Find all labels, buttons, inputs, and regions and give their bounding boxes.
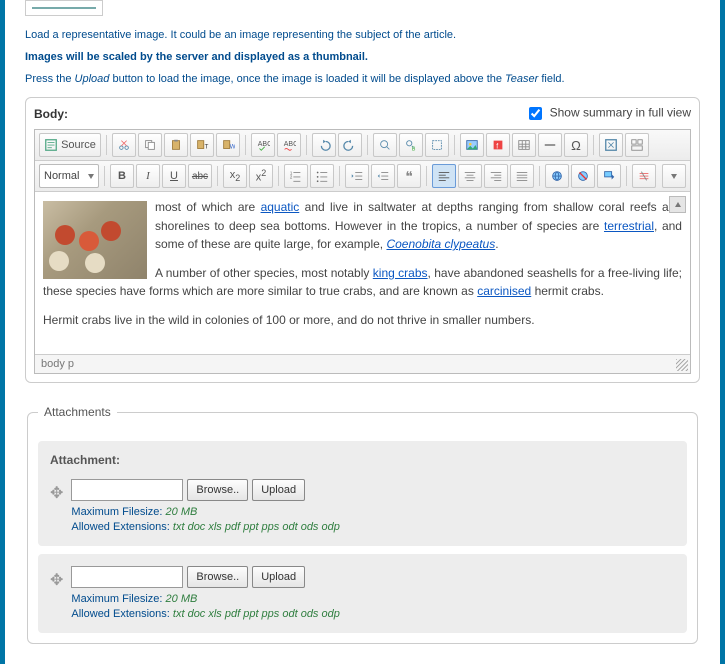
align-right-button[interactable]: [484, 164, 508, 188]
svg-text:2: 2: [290, 175, 293, 180]
drag-handle-icon[interactable]: ✥: [50, 479, 63, 503]
source-button[interactable]: Source: [39, 133, 101, 157]
attachment-label: Attachment:: [50, 453, 675, 467]
image-preview-box: [25, 0, 103, 16]
anchor-button[interactable]: [597, 164, 621, 188]
image-thumbnail: [32, 7, 96, 9]
show-blocks-button[interactable]: [625, 133, 649, 157]
flash-button[interactable]: f: [486, 133, 510, 157]
hint-line-1: Load a representative image. It could be…: [25, 29, 700, 41]
rich-text-editor: Source T W ABC ABC B f Ω: [34, 129, 691, 374]
file-path-input[interactable]: [71, 479, 183, 501]
attachment-block-1: Attachment: ✥ Browse.. Upload Maximum Fi…: [38, 441, 687, 546]
link-terrestrial[interactable]: terrestrial: [604, 219, 654, 233]
link-carcinised[interactable]: carcinised: [477, 284, 531, 298]
allowed-extensions-hint: Allowed Extensions: txt doc xls pdf ppt …: [71, 607, 675, 622]
redo-button[interactable]: [338, 133, 362, 157]
bullet-list-button[interactable]: [310, 164, 334, 188]
resize-handle[interactable]: [676, 359, 688, 371]
copy-button[interactable]: [138, 133, 162, 157]
outdent-button[interactable]: [345, 164, 369, 188]
svg-text:ABC: ABC: [284, 141, 296, 148]
indent-button[interactable]: [371, 164, 395, 188]
image-button[interactable]: [460, 133, 484, 157]
table-button[interactable]: [512, 133, 536, 157]
hint-line-3: Press the Upload button to load the imag…: [25, 73, 700, 85]
editor-status-bar: body p: [35, 354, 690, 373]
cut-button[interactable]: [112, 133, 136, 157]
show-summary-checkbox[interactable]: [529, 107, 542, 120]
select-all-button[interactable]: [425, 133, 449, 157]
toolbar-collapse-button[interactable]: [662, 164, 686, 188]
attachment-block-2: ✥ Browse.. Upload Maximum Filesize: 20 M…: [38, 554, 687, 633]
link-button[interactable]: [545, 164, 569, 188]
content-image: [43, 201, 147, 279]
svg-text:B: B: [412, 146, 416, 152]
italic-button[interactable]: I: [136, 164, 160, 188]
show-summary-toggle[interactable]: Show summary in full view: [525, 104, 691, 123]
paste-word-button[interactable]: W: [216, 133, 240, 157]
editor-content-area[interactable]: most of which are aquatic and live in sa…: [35, 192, 690, 354]
maximize-button[interactable]: [599, 133, 623, 157]
upload-button[interactable]: Upload: [252, 479, 305, 501]
spellcheck-button[interactable]: ABC: [251, 133, 275, 157]
svg-text:f: f: [496, 144, 498, 151]
file-path-input[interactable]: [71, 566, 183, 588]
numbered-list-button[interactable]: 12: [284, 164, 308, 188]
svg-text:ABC: ABC: [258, 141, 270, 148]
strike-button[interactable]: abc: [188, 164, 212, 188]
allowed-extensions-hint: Allowed Extensions: txt doc xls pdf ppt …: [71, 520, 675, 535]
align-center-button[interactable]: [458, 164, 482, 188]
blockquote-button[interactable]: ❝: [397, 164, 421, 188]
remove-format-button[interactable]: [632, 164, 656, 188]
max-filesize-hint: Maximum Filesize: 20 MB: [71, 592, 675, 607]
align-left-button[interactable]: [432, 164, 456, 188]
special-char-button[interactable]: Ω: [564, 133, 588, 157]
link-coenobita[interactable]: Coenobita clypeatus: [386, 237, 495, 251]
format-select[interactable]: Normal: [39, 164, 99, 188]
body-editor-panel: Body: Show summary in full view Source T…: [25, 97, 700, 383]
paste-button[interactable]: [164, 133, 188, 157]
attachments-legend: Attachments: [38, 405, 117, 419]
max-filesize-hint: Maximum Filesize: 20 MB: [71, 505, 675, 520]
underline-button[interactable]: U: [162, 164, 186, 188]
link-king-crabs[interactable]: king crabs: [373, 266, 428, 280]
subscript-button[interactable]: x2: [223, 164, 247, 188]
svg-text:W: W: [230, 144, 235, 151]
align-justify-button[interactable]: [510, 164, 534, 188]
link-aquatic[interactable]: aquatic: [261, 200, 300, 214]
replace-button[interactable]: B: [399, 133, 423, 157]
hr-button[interactable]: [538, 133, 562, 157]
paste-text-button[interactable]: T: [190, 133, 214, 157]
drag-handle-icon[interactable]: ✥: [50, 566, 63, 590]
upload-button[interactable]: Upload: [252, 566, 305, 588]
editor-toolbar-row-2: Normal B I U abc x2 x2 12 ❝: [35, 161, 690, 192]
unlink-button[interactable]: [571, 164, 595, 188]
browse-button[interactable]: Browse..: [187, 479, 248, 501]
find-button[interactable]: [373, 133, 397, 157]
body-field-label: Body:: [34, 107, 68, 121]
scroll-up-icon[interactable]: [669, 196, 686, 213]
chevron-down-icon: [88, 174, 94, 179]
bold-button[interactable]: B: [110, 164, 134, 188]
spellcheck-as-type-button[interactable]: ABC: [277, 133, 301, 157]
hint-line-2: Images will be scaled by the server and …: [25, 51, 700, 63]
browse-button[interactable]: Browse..: [187, 566, 248, 588]
editor-toolbar-row-1: Source T W ABC ABC B f Ω: [35, 130, 690, 161]
svg-text:T: T: [205, 144, 209, 151]
undo-button[interactable]: [312, 133, 336, 157]
superscript-button[interactable]: x2: [249, 164, 273, 188]
attachments-fieldset: Attachments Attachment: ✥ Browse.. Uploa…: [27, 405, 698, 644]
